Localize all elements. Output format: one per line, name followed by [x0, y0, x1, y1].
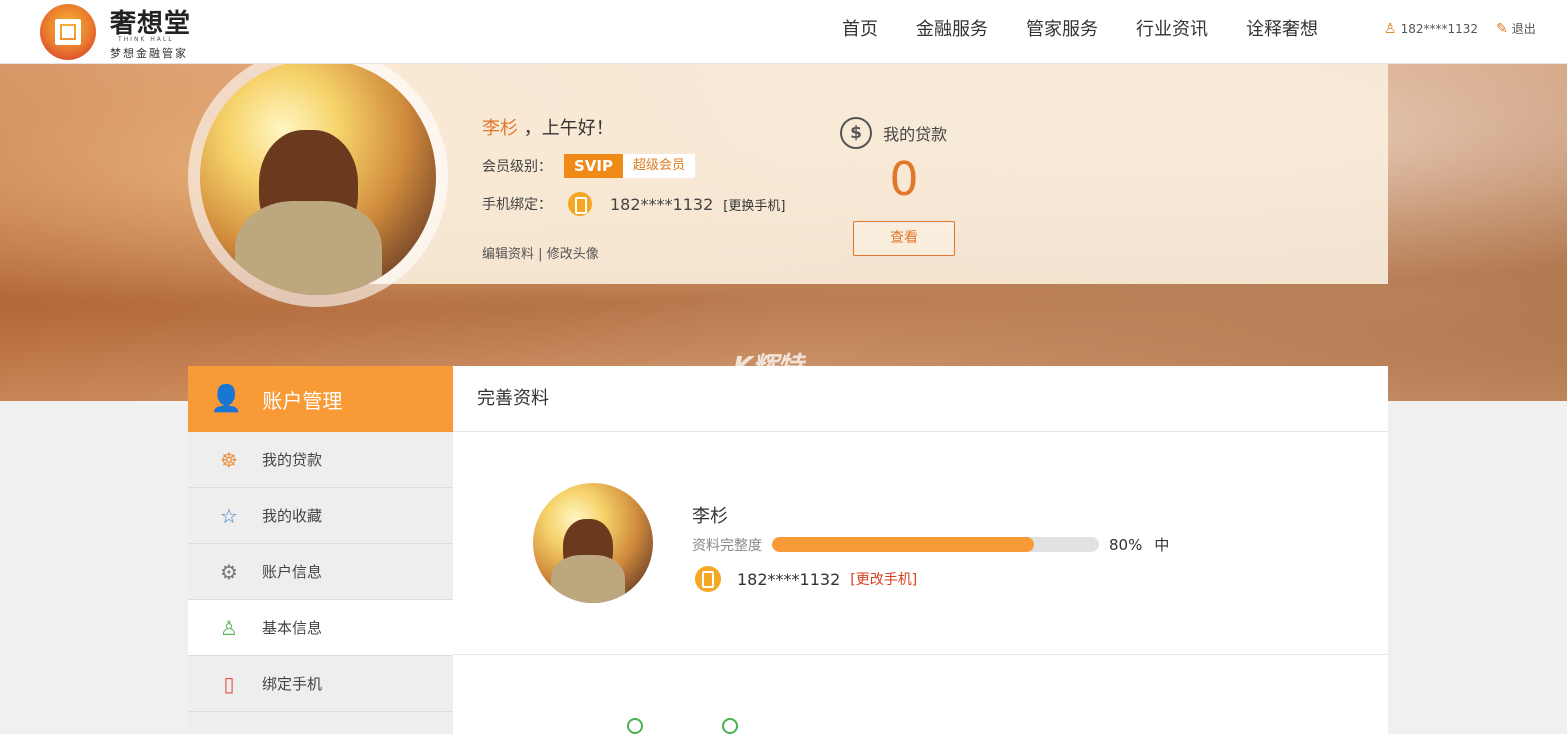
main-phone-row: 182****1132 [更改手机] — [692, 566, 917, 592]
greeting: 李杉 ，上午好！ — [482, 114, 614, 140]
sidebar-item-my-loans[interactable]: ☸ 我的贷款 — [188, 432, 453, 488]
sidebar-item-bind-phone[interactable]: ▯ 绑定手机 — [188, 656, 453, 712]
top-header: 奢想堂 THINK HALL 梦想金融管家 首页 金融服务 管家服务 行业资讯 … — [0, 0, 1567, 64]
edit-profile-link[interactable]: 编辑资料 — [482, 247, 534, 262]
small-avatar — [533, 483, 653, 603]
logo-slogan: 梦想金融管家 — [110, 47, 188, 60]
profile-avatar[interactable] — [188, 47, 448, 307]
nav-news[interactable]: 行业资讯 — [1136, 16, 1208, 44]
status-circle-icon — [627, 718, 643, 734]
member-row: 会员级别： SVIP 超级会员 — [482, 154, 696, 178]
completeness-percent: 80% — [1109, 535, 1143, 554]
sidebar: 👤 账户管理 ☸ 我的贷款 ☆ 我的收藏 ⚙ 账户信息 ♙ 基本信息 ▯ 绑定手… — [188, 366, 453, 734]
user-name: 李杉 — [482, 118, 518, 139]
user-box: ♙ 182****1132 ✎ 退出 — [1384, 20, 1536, 37]
phone-icon: ▯ — [223, 671, 235, 696]
sidebar-item-label: 基本信息 — [262, 619, 323, 637]
phone-icon — [695, 566, 721, 592]
divider — [453, 654, 1388, 655]
change-phone-link[interactable]: [更改手机] — [850, 569, 917, 589]
completeness-fill — [772, 537, 1034, 552]
watermark: K辉特 — [733, 352, 803, 382]
greeting-text: ，上午好！ — [523, 118, 614, 139]
star-icon: ☆ — [220, 503, 238, 528]
my-loan-title: 我的贷款 — [883, 125, 948, 144]
sidebar-item-label: 绑定手机 — [262, 675, 323, 693]
nav-butler[interactable]: 管家服务 — [1026, 16, 1098, 44]
user-gear-icon: 👤 — [210, 384, 243, 414]
link-separator: | — [538, 247, 543, 262]
dollar-icon: $ — [840, 117, 872, 149]
main-phone: 182****1132 — [737, 569, 841, 589]
my-loan-header: $ 我的贷款 — [840, 117, 970, 149]
completeness-bar — [772, 537, 1099, 552]
completeness-level: 中 — [1154, 536, 1170, 554]
status-circle-icon — [722, 718, 738, 734]
completeness-row: 资料完整度 80% 中 — [692, 534, 1169, 555]
logo[interactable]: 奢想堂 THINK HALL 梦想金融管家 — [40, 3, 210, 61]
view-loan-button[interactable]: 查看 — [853, 221, 955, 256]
user-gear-icon: ⚙ — [220, 559, 238, 584]
avatar-image — [200, 59, 436, 295]
logo-english: THINK HALL — [118, 36, 174, 43]
panel-title: 完善资料 — [453, 366, 1388, 432]
pencil-icon: ✎ — [1496, 20, 1508, 37]
sidebar-item-label: 我的收藏 — [262, 507, 323, 525]
sidebar-item-account-info[interactable]: ⚙ 账户信息 — [188, 544, 453, 600]
phone-label: 手机绑定： — [482, 197, 552, 213]
main-nav: 首页 金融服务 管家服务 行业资讯 诠释奢想 — [842, 16, 1356, 44]
user-edit-icon: ♙ — [220, 615, 238, 640]
avatar-image — [533, 483, 653, 603]
loan-count: 0 — [889, 152, 919, 206]
sidebar-header: 👤 账户管理 — [188, 366, 453, 432]
user-icon: ♙ — [1384, 20, 1397, 37]
sidebar-item-basic-info[interactable]: ♙ 基本信息 — [188, 600, 453, 656]
profile-name: 李杉 — [692, 506, 728, 527]
phone-bind-row: 手机绑定： 182****1132 [更换手机] — [482, 192, 785, 216]
change-phone-link[interactable]: [更换手机] — [723, 195, 785, 214]
member-tag: 超级会员 — [623, 154, 696, 178]
sidebar-title: 账户管理 — [262, 388, 343, 413]
main-panel: 完善资料 李杉 资料完整度 80% 中 182****1132 [更改手机] — [453, 366, 1388, 734]
change-avatar-link[interactable]: 修改头像 — [547, 247, 599, 262]
logo-mark-icon — [40, 4, 96, 60]
nav-finance[interactable]: 金融服务 — [916, 16, 988, 44]
svip-badge: SVIP — [564, 154, 623, 178]
completeness-label: 资料完整度 — [692, 537, 762, 554]
sidebar-item-favorites[interactable]: ☆ 我的收藏 — [188, 488, 453, 544]
logout-link[interactable]: 退出 — [1512, 20, 1536, 37]
nav-home[interactable]: 首页 — [842, 16, 878, 44]
logo-text: 奢想堂 — [110, 9, 192, 39]
bound-phone: 182****1132 — [610, 194, 714, 214]
sidebar-item-label: 账户信息 — [262, 563, 323, 581]
user-phone-link[interactable]: 182****1132 — [1401, 22, 1478, 36]
edit-links: 编辑资料 | 修改头像 — [482, 243, 599, 262]
member-label: 会员级别： — [482, 159, 552, 175]
nav-about[interactable]: 诠释奢想 — [1246, 16, 1318, 44]
sidebar-item-label: 我的贷款 — [262, 451, 323, 469]
phone-icon — [568, 192, 592, 216]
money-bag-icon: ☸ — [220, 447, 238, 472]
